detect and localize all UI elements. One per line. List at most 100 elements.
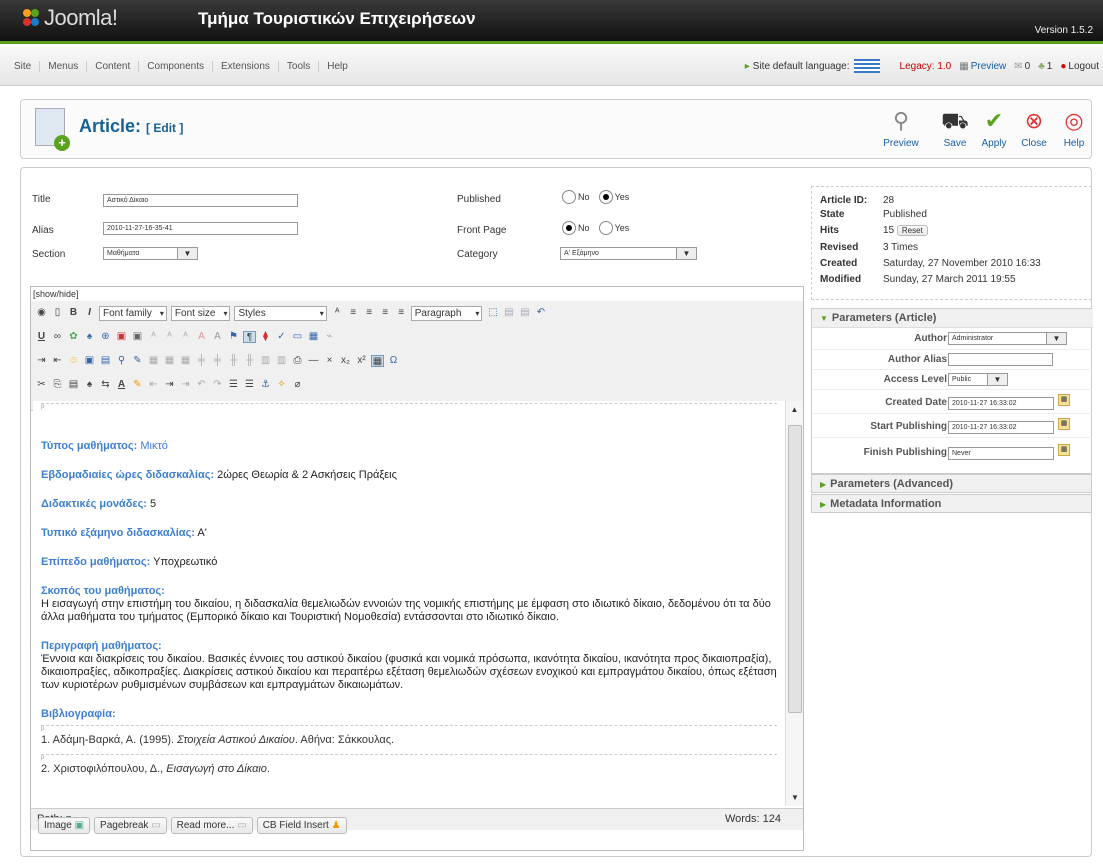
delete-icon[interactable]: A — [195, 331, 208, 343]
menu-menus[interactable]: Menus — [40, 61, 88, 72]
underline-icon[interactable]: U — [35, 331, 48, 343]
styles-select[interactable]: Styles — [234, 305, 327, 321]
scroll-thumb[interactable] — [788, 425, 802, 713]
bold-icon[interactable]: B — [67, 307, 80, 319]
help-button[interactable]: ◎ Help — [1051, 108, 1097, 149]
logout-link[interactable]: Logout — [1068, 61, 1099, 72]
menu-content[interactable]: Content — [87, 61, 140, 72]
paste-text-icon[interactable]: ▤ — [67, 379, 80, 391]
scroll-down-icon[interactable]: ▼ — [786, 793, 804, 802]
align-justify-icon[interactable]: ≡ — [395, 307, 408, 319]
merge-cell-icon[interactable]: ▥ — [275, 355, 288, 367]
menu-site[interactable]: Site — [6, 61, 41, 72]
print-icon[interactable]: ⎙ — [291, 355, 304, 367]
font-color-icon[interactable]: A — [115, 379, 128, 391]
delete-row-icon[interactable]: ╪ — [211, 355, 224, 367]
frontpage-yes-radio[interactable] — [598, 221, 613, 235]
layer-icon[interactable]: ▭ — [291, 331, 304, 343]
reset-hits-button[interactable]: Reset — [896, 225, 928, 236]
title-input[interactable]: Αστικό Δίκαιο — [103, 194, 298, 207]
abbr-icon[interactable]: ᴬ — [147, 331, 160, 343]
indent-icon[interactable]: ⇥ — [163, 379, 176, 391]
font-size-select[interactable]: Font size — [170, 305, 231, 321]
scissors-icon[interactable]: ✂ — [35, 379, 48, 391]
link-style-icon[interactable]: ⌁ — [323, 331, 336, 343]
table-icon[interactable]: ▦ — [307, 331, 320, 343]
metadata-information-header[interactable]: ▶ Metadata Information — [811, 494, 1092, 513]
align-center-icon[interactable]: ≡ — [363, 307, 376, 319]
insert-row-icon[interactable]: ╪ — [195, 355, 208, 367]
access-level-select[interactable]: Public ▼ — [948, 373, 1008, 386]
horizontal-rule-icon[interactable]: — — [307, 355, 320, 367]
anchor2-icon[interactable]: ⚓ — [259, 379, 272, 391]
split-cell-icon[interactable]: ▥ — [259, 355, 272, 367]
anchor-icon[interactable]: ✿ — [67, 331, 80, 343]
link-icon[interactable]: ∞ — [51, 331, 64, 343]
parameters-article-header[interactable]: ▼ Parameters (Article) — [812, 309, 1093, 328]
rtl-icon[interactable]: ⇤ — [51, 355, 64, 367]
help-icon[interactable]: ◉ — [35, 307, 48, 319]
edit-doc-icon[interactable]: ✎ — [131, 355, 144, 367]
blockquote-icon[interactable]: ▤ — [99, 355, 112, 367]
editor-scrollbar[interactable]: ▲ ▼ — [785, 401, 803, 806]
bullet-list-icon[interactable]: ☰ — [243, 379, 256, 391]
subscript-icon[interactable]: x₂ — [339, 355, 352, 367]
insert-col-icon[interactable]: ╫ — [227, 355, 240, 367]
cut-icon[interactable]: ⬚ — [486, 307, 499, 319]
undo-icon[interactable]: ↶ — [534, 307, 547, 319]
copy-text-icon[interactable]: ⎘ — [51, 379, 64, 391]
paragraph-select[interactable]: Paragraph — [410, 305, 483, 321]
category-select[interactable]: Α' Εξάμηνο ▼ — [560, 247, 697, 260]
show-hide-toggle[interactable]: [show/hide] — [33, 289, 79, 299]
preview-link[interactable]: Preview — [971, 61, 1007, 72]
finish-publishing-input[interactable]: Never — [948, 447, 1054, 460]
alias-input[interactable]: 2010-11-27-16-35-41 — [103, 222, 298, 235]
new-document-icon[interactable]: ▯ — [51, 307, 64, 319]
menu-help[interactable]: Help — [319, 61, 356, 72]
menu-components[interactable]: Components — [139, 61, 213, 72]
attribute-icon[interactable]: ⚑ — [227, 331, 240, 343]
row-props-icon[interactable]: ▦ — [163, 355, 176, 367]
remove-format-icon[interactable]: × — [323, 355, 336, 367]
superscript-icon[interactable]: x² — [355, 355, 368, 367]
italic-icon[interactable]: I — [83, 307, 96, 319]
cleanup-icon[interactable]: ✧ — [275, 379, 288, 391]
spellcheck-icon[interactable]: ✓ — [275, 331, 288, 343]
calendar-icon[interactable]: ▦ — [1058, 444, 1070, 456]
replace-icon[interactable]: ⇆ — [99, 379, 112, 391]
delete-col-icon[interactable]: ╫ — [243, 355, 256, 367]
readmore-button[interactable]: Read more... ▭ — [170, 817, 253, 834]
ordered-list-icon[interactable]: ☰ — [227, 379, 240, 391]
author-select[interactable]: Administrator ▼ — [948, 332, 1067, 345]
editor-content[interactable]: p Τύπος μαθήματος: Μικτό Εβδομαδιαίες ώρ… — [33, 401, 785, 806]
acronym-icon[interactable]: ᴬ — [163, 331, 176, 343]
menu-tools[interactable]: Tools — [279, 61, 320, 72]
redo-arrow-icon[interactable]: ↷ — [211, 379, 224, 391]
strikethrough-icon[interactable]: ᴬ — [331, 307, 344, 319]
calendar-icon[interactable]: ▦ — [1058, 394, 1070, 406]
preview-doc-icon[interactable]: ⚲ — [115, 355, 128, 367]
ltr-icon[interactable]: ⇥ — [35, 355, 48, 367]
insert-icon[interactable]: ⊕ — [99, 331, 112, 343]
menu-extensions[interactable]: Extensions — [213, 61, 279, 72]
pagebreak-button[interactable]: Pagebreak ▭ — [94, 817, 167, 834]
highlight-icon[interactable]: ✎ — [131, 379, 144, 391]
image-icon[interactable]: ▣ — [115, 331, 128, 343]
parameters-advanced-header[interactable]: ▶ Parameters (Advanced) — [811, 474, 1092, 493]
omega-icon[interactable]: Ω — [387, 355, 400, 367]
visual-aid-icon[interactable]: ▦ — [371, 355, 384, 367]
undo-arrow-icon[interactable]: ↶ — [195, 379, 208, 391]
copy-icon[interactable]: ▤ — [502, 307, 515, 319]
template-icon[interactable]: ▣ — [83, 355, 96, 367]
align-right-icon[interactable]: ≡ — [379, 307, 392, 319]
published-yes-radio[interactable] — [598, 190, 613, 204]
cell-props-icon[interactable]: ▦ — [179, 355, 192, 367]
font-family-select[interactable]: Font family — [99, 305, 167, 321]
section-select[interactable]: Μαθήματα ▼ — [103, 247, 198, 260]
eraser-icon[interactable]: ⌀ — [291, 379, 304, 391]
pilcrow-icon[interactable]: ¶ — [243, 331, 256, 343]
cb-field-insert-button[interactable]: CB Field Insert ♟ — [256, 817, 347, 834]
media-icon[interactable]: ▣ — [131, 331, 144, 343]
frontpage-no-radio[interactable] — [562, 221, 576, 235]
published-no-radio[interactable] — [562, 190, 576, 204]
